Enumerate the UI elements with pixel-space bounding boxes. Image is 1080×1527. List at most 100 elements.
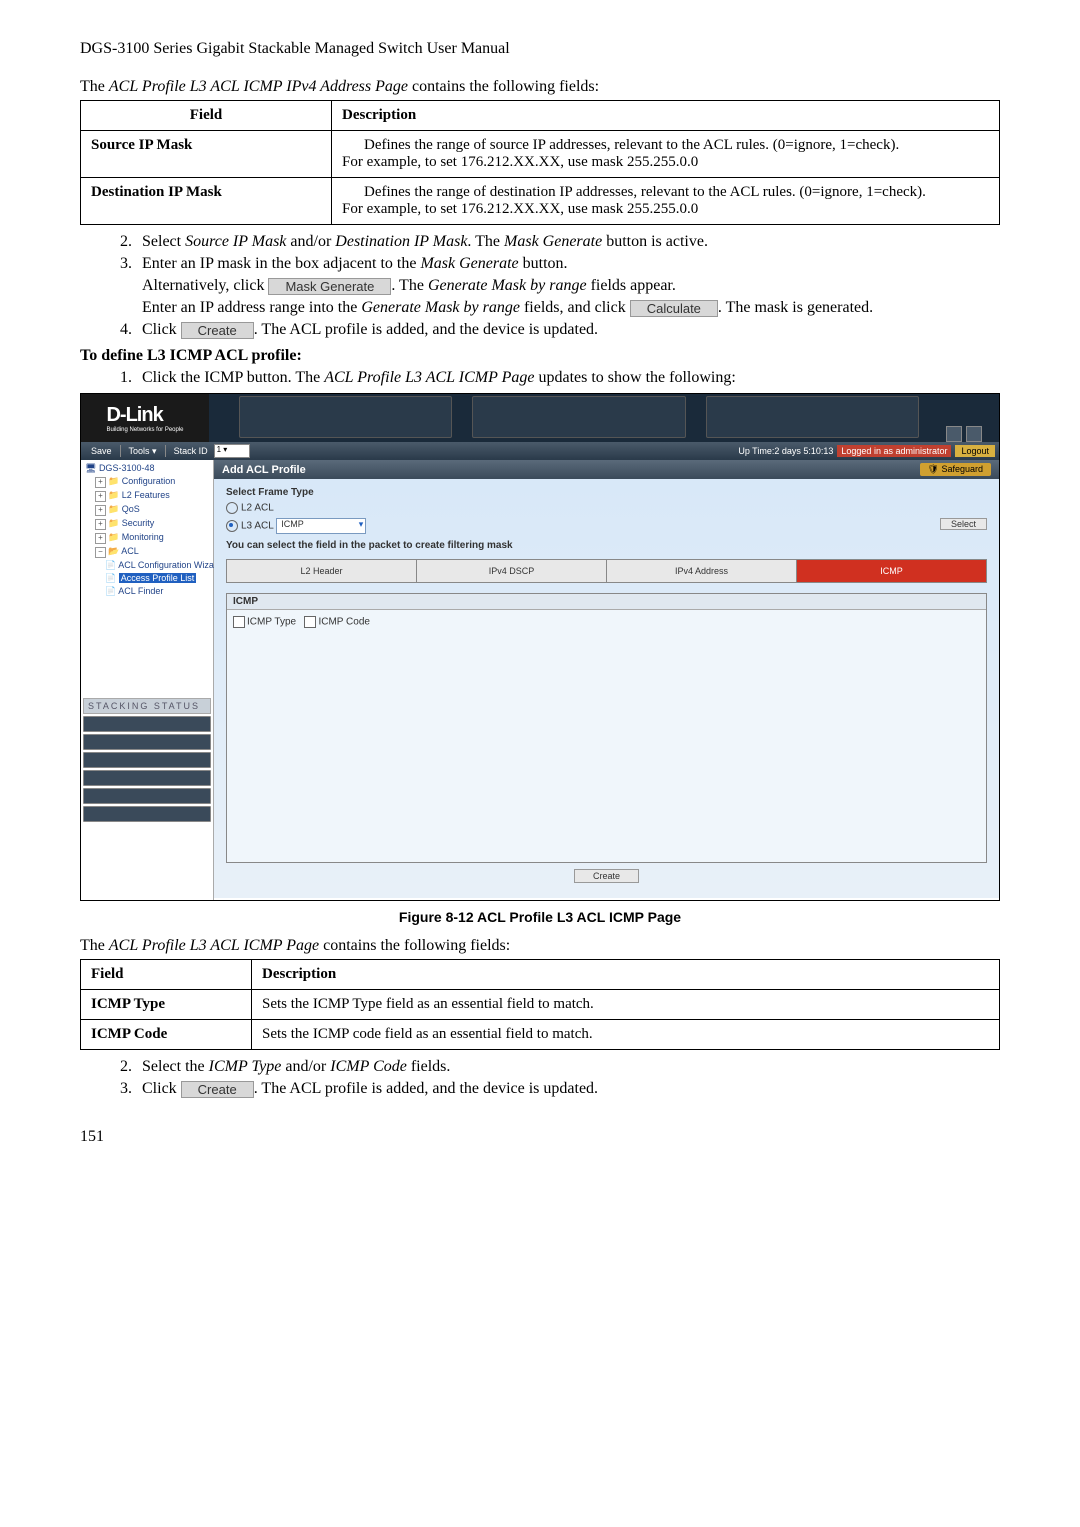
tab-ipv4-address[interactable]: IPv4 Address (607, 560, 797, 582)
header-icon[interactable] (946, 426, 962, 442)
step-text: Click the ICMP button. The ACL Profile L… (142, 369, 736, 386)
step-text: Select Source IP Mask and/or Destination… (142, 233, 708, 250)
nav-tree: 🖥 DGS-3100-48 +📁 Configuration +📁 L2 Fea… (81, 460, 214, 900)
stack-unit (83, 752, 211, 768)
l3-acl-label: L3 ACL (241, 521, 273, 532)
icmp-code-checkbox[interactable] (304, 616, 316, 628)
step-num: 3. (120, 1080, 142, 1098)
header-icon[interactable] (966, 426, 982, 442)
tree-acl[interactable]: −📂 ACL (83, 545, 211, 559)
steps-list-a2: 4.Click Create. The ACL profile is added… (80, 321, 1000, 339)
text: . The Generate Mask by range fields appe… (391, 277, 676, 294)
step-num: 2. (120, 1058, 142, 1076)
toolbar: Save Tools ▾ Stack ID 1 ▾ Up Time:2 days… (81, 442, 999, 460)
stack-id-label: Stack ID (168, 446, 214, 456)
tree-l2-features[interactable]: +📁 L2 Features (83, 489, 211, 503)
tools-menu[interactable]: Tools ▾ (123, 446, 163, 457)
intro-line-2: The ACL Profile L3 ACL ICMP Page contain… (80, 937, 1000, 955)
l3-acl-radio[interactable] (226, 520, 238, 532)
text: Click (142, 1080, 181, 1097)
intro-line-1: The ACL Profile L3 ACL ICMP IPv4 Address… (80, 78, 1000, 96)
filter-tabs: L2 Header IPv4 DSCP IPv4 Address ICMP (226, 559, 987, 583)
calculate-button[interactable]: Calculate (630, 300, 718, 317)
cell-field: ICMP Code (81, 1020, 252, 1050)
logged-in-text: Logged in as administrator (837, 445, 951, 457)
stack-unit (83, 806, 211, 822)
step-text: Select the ICMP Type and/or ICMP Code fi… (142, 1058, 450, 1075)
icmp-type-checkbox[interactable] (233, 616, 245, 628)
tree-acl-wizard[interactable]: 📄 ACL Configuration Wizard (83, 559, 211, 572)
steps-list-a: 2.Select Source IP Mask and/or Destinati… (80, 233, 1000, 273)
step-3: 3.Enter an IP mask in the box adjacent t… (120, 255, 1000, 273)
safeguard-badge: 🛡 Safeguard (920, 463, 991, 476)
uptime-text: Up Time:2 days 5:10:13 (738, 446, 833, 456)
tree-root[interactable]: 🖥 DGS-3100-48 (83, 462, 211, 475)
stack-unit (83, 716, 211, 732)
figure-caption: Figure 8-12 ACL Profile L3 ACL ICMP Page (80, 909, 1000, 925)
l2-acl-radio[interactable] (226, 502, 238, 514)
col-field: Field (81, 960, 252, 990)
create-button[interactable]: Create (181, 1081, 254, 1098)
step-3-range: Enter an IP address range into the Gener… (80, 299, 1000, 317)
icmp-panel-header: ICMP (227, 594, 986, 610)
step-text: Enter an IP mask in the box adjacent to … (142, 255, 568, 272)
frame-type-label: Select Frame Type (226, 487, 987, 498)
stack-id-select[interactable]: 1 ▾ (214, 444, 250, 458)
logout-button[interactable]: Logout (955, 445, 995, 457)
step-num: 2. (120, 233, 142, 251)
cell-desc: Sets the ICMP code field as an essential… (252, 1020, 1000, 1050)
dlink-logo: D-Link Building Networks for People (81, 394, 209, 442)
fields-table-2: Field Description ICMP Type Sets the ICM… (80, 959, 1000, 1050)
text: Alternatively, click (142, 277, 268, 294)
steps-list-b: 1.Click the ICMP button. The ACL Profile… (80, 369, 1000, 387)
text: . The mask is generated. (718, 299, 873, 316)
ui-screenshot: D-Link Building Networks for People Save… (80, 393, 1000, 901)
icmp-panel: ICMP ICMP Type ICMP Code (226, 593, 987, 863)
step-num: 3. (120, 255, 142, 273)
cell-desc: Defines the range of destination IP addr… (332, 178, 1000, 225)
panel-titlebar: Add ACL Profile 🛡 Safeguard (214, 460, 999, 479)
stack-unit (83, 788, 211, 804)
panel-title-text: Add ACL Profile (222, 464, 306, 476)
mask-generate-button[interactable]: Mask Generate (268, 278, 391, 295)
cell-field: Destination IP Mask (81, 178, 332, 225)
icmp-code-label: ICMP Code (318, 617, 370, 628)
tree-qos[interactable]: +📁 QoS (83, 503, 211, 517)
desc-line: For example, to set 176.212.XX.XX, use m… (342, 154, 989, 171)
select-button[interactable]: Select (940, 518, 987, 530)
logo-subtext: Building Networks for People (106, 427, 183, 433)
tree-access-profile-list[interactable]: 📄 Access Profile List (83, 572, 211, 585)
fields-table-1: Field Description Source IP Mask Defines… (80, 100, 1000, 225)
field-name: Source IP Mask (91, 137, 192, 153)
screenshot-header: D-Link Building Networks for People (81, 394, 999, 442)
tree-security[interactable]: +📁 Security (83, 517, 211, 531)
step-2: 2.Select Source IP Mask and/or Destinati… (120, 233, 1000, 251)
tab-ipv4-dscp[interactable]: IPv4 DSCP (417, 560, 607, 582)
cell-field: Source IP Mask (81, 131, 332, 178)
steps-list-c: 2.Select the ICMP Type and/or ICMP Code … (80, 1058, 1000, 1098)
icmp-type-label: ICMP Type (247, 617, 296, 628)
tree-acl-finder[interactable]: 📄 ACL Finder (83, 585, 211, 598)
section-heading: To define L3 ICMP ACL profile: (80, 347, 1000, 365)
tree-monitoring[interactable]: +📁 Monitoring (83, 531, 211, 545)
tab-icmp[interactable]: ICMP (797, 560, 986, 582)
logo-text: D-Link (106, 404, 162, 426)
switch-banner (209, 394, 999, 442)
create-button[interactable]: Create (181, 322, 254, 339)
col-field: Field (81, 101, 332, 131)
text: . The ACL profile is added, and the devi… (254, 1080, 598, 1097)
page-name-italic: ACL Profile L3 ACL ICMP Page (109, 937, 319, 954)
create-button[interactable]: Create (574, 869, 639, 883)
stacking-status-header: STACKING STATUS (83, 698, 211, 714)
field-name: ICMP Type (91, 996, 165, 1012)
switch-graphic (239, 396, 452, 438)
save-button[interactable]: Save (85, 446, 118, 456)
step-num: 1. (120, 369, 142, 387)
manual-header: DGS-3100 Series Gigabit Stackable Manage… (80, 40, 1000, 58)
step-3-alt: Alternatively, click Mask Generate. The … (80, 277, 1000, 295)
l3-acl-dropdown[interactable]: ICMP (276, 518, 366, 534)
tree-configuration[interactable]: +📁 Configuration (83, 475, 211, 489)
step-num: 4. (120, 321, 142, 339)
text: . The ACL profile is added, and the devi… (254, 321, 598, 338)
tab-l2-header[interactable]: L2 Header (227, 560, 417, 582)
